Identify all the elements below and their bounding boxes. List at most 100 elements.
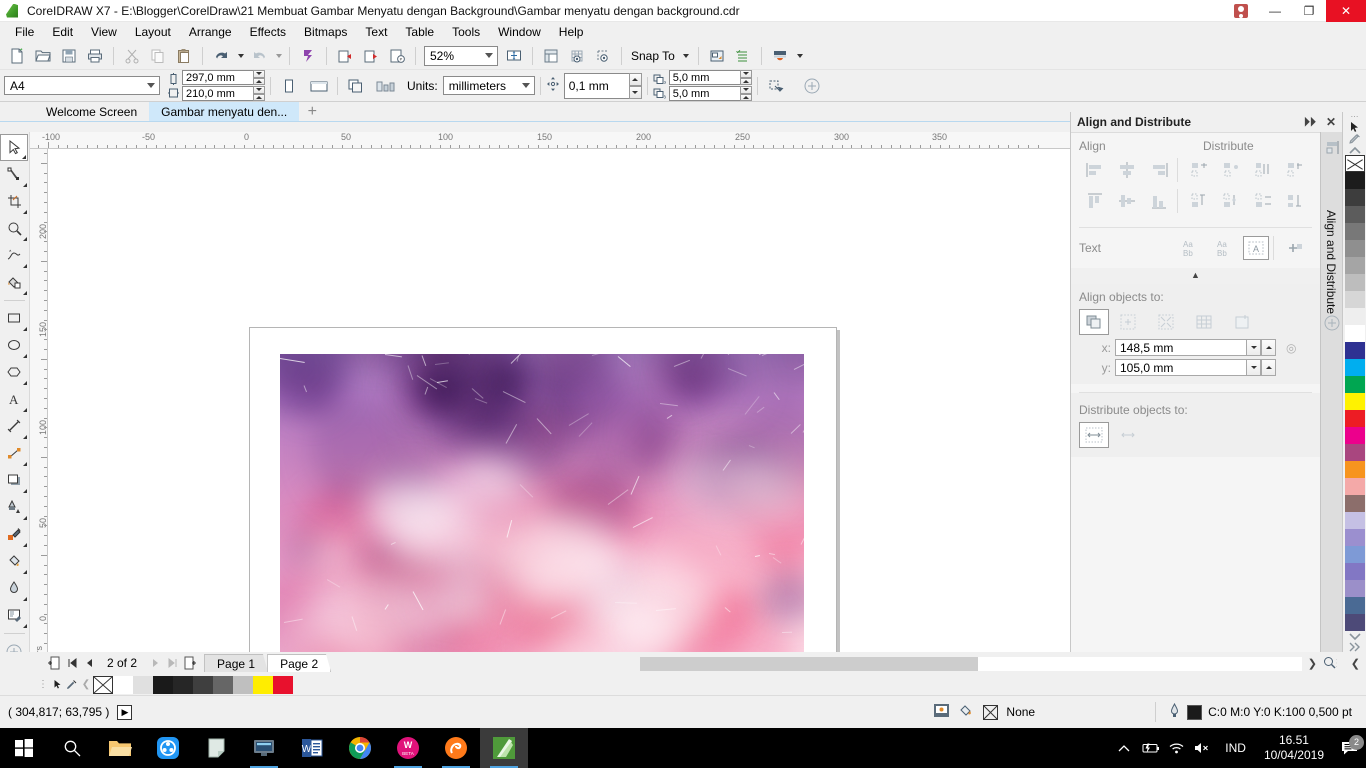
palette-swatch[interactable] bbox=[1344, 359, 1365, 377]
microsoft-word-icon[interactable]: W bbox=[288, 728, 336, 768]
page-width-spinner[interactable]: 297,0 mm bbox=[182, 70, 265, 85]
duplicate-distance-x-spinner[interactable]: 5,0 mm bbox=[668, 70, 752, 85]
first-page-icon[interactable] bbox=[63, 654, 80, 672]
palette-swatch[interactable] bbox=[1344, 308, 1365, 326]
palette-swatch[interactable] bbox=[1344, 257, 1365, 275]
palette-swatch[interactable] bbox=[1344, 274, 1365, 292]
align-y-value[interactable]: 105,0 mm bbox=[1115, 359, 1247, 376]
smart-fill-tool[interactable] bbox=[0, 269, 28, 296]
menu-arrange[interactable]: Arrange bbox=[180, 23, 241, 41]
menu-text[interactable]: Text bbox=[356, 23, 396, 41]
zoom-tool[interactable] bbox=[0, 215, 28, 242]
edge-of-page-icon[interactable] bbox=[1109, 308, 1147, 336]
add-page-after-icon[interactable] bbox=[181, 654, 198, 672]
palette-swatch[interactable] bbox=[1344, 325, 1365, 343]
use-outline-icon[interactable] bbox=[1278, 234, 1312, 262]
sticky-notes-icon[interactable] bbox=[192, 728, 240, 768]
grid-icon[interactable] bbox=[1185, 308, 1223, 336]
horizontal-scroll-thumb[interactable] bbox=[640, 656, 978, 671]
specified-point-icon[interactable] bbox=[1223, 308, 1261, 336]
fill-tool[interactable] bbox=[0, 548, 28, 575]
vertical-ruler[interactable]: 200 150 100 50 0 millimeters bbox=[30, 149, 48, 652]
interactive-fill-tool[interactable] bbox=[0, 575, 28, 602]
document-palette-swatch[interactable] bbox=[193, 675, 213, 694]
zoom-status-icon[interactable] bbox=[1323, 656, 1336, 672]
all-pages-icon[interactable] bbox=[343, 74, 369, 98]
menu-effects[interactable]: Effects bbox=[241, 23, 295, 41]
palette-swatch[interactable] bbox=[1344, 495, 1365, 513]
menu-file[interactable]: File bbox=[6, 23, 43, 41]
more-colors-icon[interactable] bbox=[1344, 642, 1366, 652]
eyedropper-icon[interactable] bbox=[1344, 133, 1366, 145]
document-tab-active[interactable]: Gambar menyatu den... bbox=[149, 102, 300, 121]
align-center-horizontally-icon[interactable] bbox=[1111, 156, 1143, 184]
palette-swatch[interactable] bbox=[1344, 597, 1365, 615]
docker-collapse-toggle[interactable]: ▲ bbox=[1071, 268, 1320, 284]
horizontal-scrollbar[interactable]: ❯ bbox=[640, 653, 1336, 674]
palette-swatch[interactable] bbox=[1344, 342, 1365, 360]
options-icon[interactable] bbox=[704, 44, 730, 68]
shape-tool[interactable] bbox=[0, 161, 28, 188]
publish-to-pdf-icon[interactable]: P bbox=[384, 44, 410, 68]
redo-icon[interactable] bbox=[246, 44, 272, 68]
treat-as-filled-icon[interactable] bbox=[763, 74, 789, 98]
menu-layout[interactable]: Layout bbox=[126, 23, 180, 41]
maximize-button[interactable]: ❐ bbox=[1292, 0, 1326, 22]
export-icon[interactable] bbox=[358, 44, 384, 68]
align-left-icon[interactable] bbox=[1079, 156, 1111, 184]
palette-swatch[interactable] bbox=[1344, 427, 1365, 445]
copy-icon[interactable] bbox=[145, 44, 171, 68]
shareit-icon[interactable] bbox=[144, 728, 192, 768]
corel-connect-icon[interactable] bbox=[295, 44, 321, 68]
show-rulers-icon[interactable] bbox=[538, 44, 564, 68]
full-screen-preview-icon[interactable] bbox=[501, 44, 527, 68]
document-palette-grip[interactable]: ⋮ bbox=[38, 679, 48, 690]
document-palette-swatch[interactable] bbox=[253, 675, 273, 694]
palette-swatch[interactable] bbox=[1344, 291, 1365, 309]
scroll-right-icon[interactable]: ❯ bbox=[1308, 657, 1317, 670]
page-tab-1[interactable]: Page 1 bbox=[204, 654, 269, 672]
volume-muted-icon[interactable] bbox=[1189, 741, 1215, 755]
paste-icon[interactable] bbox=[171, 44, 197, 68]
watercolor-image-object[interactable] bbox=[280, 354, 804, 652]
units-combo[interactable]: millimeters bbox=[442, 76, 535, 95]
user-account-icon[interactable] bbox=[1230, 3, 1252, 19]
distribute-center-horizontally-icon[interactable] bbox=[1216, 156, 1248, 184]
wifi-icon[interactable] bbox=[1163, 741, 1189, 755]
launcher-dropdown-icon[interactable] bbox=[793, 44, 805, 68]
show-grid-icon[interactable] bbox=[564, 44, 590, 68]
eyedropper-icon[interactable] bbox=[65, 676, 79, 694]
align-top-icon[interactable] bbox=[1079, 187, 1111, 215]
next-page-icon[interactable] bbox=[147, 654, 164, 672]
close-button[interactable]: ✕ bbox=[1326, 0, 1366, 22]
portrait-orientation-icon[interactable] bbox=[276, 74, 302, 98]
menu-edit[interactable]: Edit bbox=[43, 23, 82, 41]
parallel-dimension-tool[interactable] bbox=[0, 413, 28, 440]
google-chrome-icon[interactable] bbox=[336, 728, 384, 768]
coreldraw-icon[interactable] bbox=[480, 728, 528, 768]
action-center-icon[interactable]: 2 bbox=[1332, 734, 1366, 756]
center-of-page-icon[interactable] bbox=[1147, 308, 1185, 336]
page-height-spinner[interactable]: 210,0 mm bbox=[182, 86, 265, 101]
undo-dropdown-icon[interactable] bbox=[234, 44, 246, 68]
menu-view[interactable]: View bbox=[82, 23, 126, 41]
import-icon[interactable] bbox=[332, 44, 358, 68]
distribute-spacing-horizontally-icon[interactable] bbox=[1248, 156, 1280, 184]
docker-tab-align-and-distribute[interactable]: Align and Distribute bbox=[1320, 132, 1342, 652]
smart-drawing-tool[interactable] bbox=[0, 602, 28, 629]
active-objects-icon[interactable] bbox=[1079, 309, 1109, 335]
zoom-level-combo[interactable]: 52% bbox=[424, 45, 498, 66]
fill-color-icon[interactable] bbox=[958, 703, 975, 721]
distribute-top-icon[interactable] bbox=[1184, 187, 1216, 215]
outline-pen-icon[interactable] bbox=[1168, 702, 1181, 721]
document-tab-welcome[interactable]: Welcome Screen bbox=[34, 102, 149, 121]
menu-window[interactable]: Window bbox=[489, 23, 550, 41]
object-manager-icon[interactable] bbox=[730, 44, 756, 68]
remote-desktop-icon[interactable] bbox=[240, 728, 288, 768]
clock[interactable]: 16.51 10/04/2019 bbox=[1256, 733, 1332, 763]
palette-swatch[interactable] bbox=[1344, 410, 1365, 428]
palette-swatch[interactable] bbox=[1344, 614, 1365, 632]
document-palette-swatch[interactable] bbox=[213, 675, 233, 694]
transparency-tool[interactable] bbox=[0, 494, 28, 521]
snap-to-button[interactable]: Snap To bbox=[627, 49, 693, 63]
